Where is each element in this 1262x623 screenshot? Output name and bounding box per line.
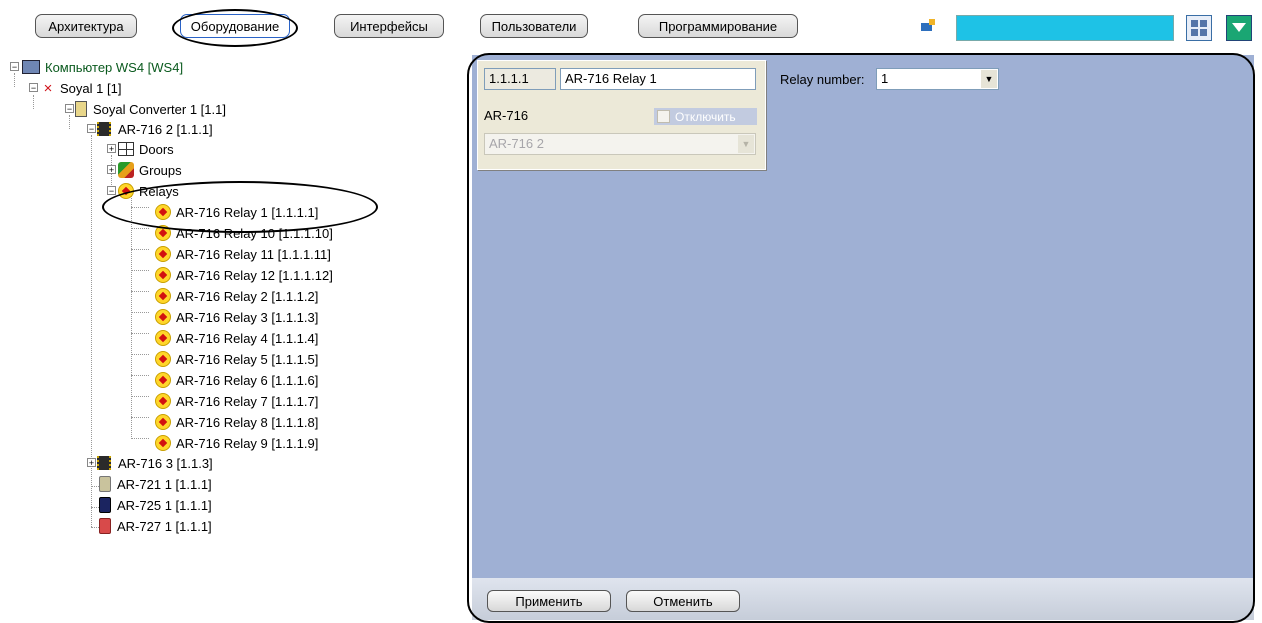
tree-item-relays[interactable]: Relays [118, 181, 181, 201]
chevron-down-icon: ▼ [981, 70, 997, 88]
relay-icon [155, 309, 171, 325]
parent-device-value: AR-716 2 [489, 136, 544, 151]
tree-item-relay[interactable]: AR-716 Relay 11 [1.1.1.11] [155, 244, 333, 264]
collapse-toggle[interactable]: − [65, 104, 74, 114]
relay-number-label: Relay number: [780, 72, 865, 87]
tree-item-reader[interactable]: AR-721 1 [1.1.1] [99, 474, 214, 494]
tab-equipment[interactable]: Оборудование [180, 14, 290, 38]
tree-item-relay[interactable]: AR-716 Relay 7 [1.1.1.7] [155, 391, 320, 411]
tree-item-computer[interactable]: Компьютер WS4 [WS4] [22, 57, 185, 77]
groups-icon [118, 162, 134, 178]
layout-grid-button[interactable] [1186, 15, 1212, 41]
controller-chip-icon [97, 456, 111, 470]
tree-item-relay[interactable]: AR-716 Relay 1 [1.1.1.1] [155, 202, 320, 222]
tree-item-relay[interactable]: AR-716 Relay 9 [1.1.1.9] [155, 433, 320, 453]
tree-item-reader[interactable]: AR-725 1 [1.1.1] [99, 495, 214, 515]
tree-item-groups[interactable]: Groups [118, 160, 184, 180]
collapse-toggle[interactable]: − [29, 83, 38, 93]
relay-icon [155, 267, 171, 283]
computer-icon [22, 60, 40, 74]
tab-programming[interactable]: Программирование [638, 14, 798, 38]
chevron-down-icon: ▼ [738, 135, 754, 153]
tree-item-relay[interactable]: AR-716 Relay 4 [1.1.1.4] [155, 328, 320, 348]
tree-item-soyal[interactable]: × Soyal 1 [1] [42, 78, 123, 98]
expand-toggle[interactable]: + [107, 165, 116, 175]
reader-icon [99, 497, 111, 513]
relay-icon [155, 246, 171, 262]
top-toolbar: Архитектура Оборудование Интерфейсы Поль… [0, 0, 1262, 50]
relay-icon [155, 204, 171, 220]
tab-interfaces[interactable]: Интерфейсы [334, 14, 444, 38]
tree-item-relay[interactable]: AR-716 Relay 12 [1.1.1.12] [155, 265, 335, 285]
relay-icon [155, 372, 171, 388]
tree-item-relay[interactable]: AR-716 Relay 2 [1.1.1.2] [155, 286, 320, 306]
relay-icon [118, 183, 134, 199]
grid-icon [1191, 20, 1207, 36]
disconnected-x-icon: × [43, 79, 53, 97]
tree-item-controller[interactable]: AR-716 3 [1.1.3] [95, 453, 215, 473]
reader-icon [99, 518, 111, 534]
disable-label: Отключить [675, 109, 736, 124]
relay-icon [155, 330, 171, 346]
converter-icon [75, 101, 87, 117]
chevron-down-icon [1232, 23, 1246, 32]
object-name-field[interactable]: AR-716 Relay 1 [560, 68, 756, 90]
relay-icon [155, 435, 171, 451]
relay-icon [155, 288, 171, 304]
tree-item-relay[interactable]: AR-716 Relay 3 [1.1.1.3] [155, 307, 320, 327]
expand-toggle[interactable]: + [107, 144, 116, 154]
object-type-label: AR-716 [484, 108, 529, 123]
parent-device-select[interactable]: AR-716 2 ▼ [484, 133, 756, 155]
cancel-button[interactable]: Отменить [626, 590, 740, 612]
tree-item-controller[interactable]: AR-716 2 [1.1.1] [95, 119, 215, 139]
tree-item-relay[interactable]: AR-716 Relay 6 [1.1.1.6] [155, 370, 320, 390]
doors-icon [118, 142, 134, 156]
tree-item-relay[interactable]: AR-716 Relay 8 [1.1.1.8] [155, 412, 320, 432]
tree-item-converter[interactable]: Soyal Converter 1 [1.1] [75, 99, 228, 119]
relay-icon [155, 351, 171, 367]
tree-item-relay[interactable]: AR-716 Relay 5 [1.1.1.5] [155, 349, 320, 369]
tree-item-label: Компьютер WS4 [WS4] [45, 59, 184, 75]
reader-icon [99, 476, 111, 492]
tree-item-reader[interactable]: AR-727 1 [1.1.1] [99, 516, 214, 536]
relay-number-value: 1 [881, 71, 889, 86]
relay-icon [155, 225, 171, 241]
controller-chip-icon [97, 122, 111, 136]
search-input[interactable] [956, 15, 1174, 41]
workstation-icon[interactable] [920, 18, 936, 34]
hardware-tree: − − − − + + − + Компьютер WS4 [WS4] × So… [5, 55, 467, 620]
tree-item-relay[interactable]: AR-716 Relay 10 [1.1.1.10] [155, 223, 335, 243]
collapse-toggle[interactable]: − [10, 62, 19, 72]
tab-users[interactable]: Пользователи [480, 14, 588, 38]
tab-architecture[interactable]: Архитектура [35, 14, 137, 38]
relay-number-select[interactable]: 1 ▼ [876, 68, 999, 90]
apply-button[interactable]: Применить [487, 590, 611, 612]
disable-checkbox[interactable]: Отключить [654, 108, 757, 125]
checkbox-icon [657, 110, 670, 123]
tree-item-doors[interactable]: Doors [118, 139, 176, 159]
relay-icon [155, 393, 171, 409]
relay-icon [155, 414, 171, 430]
collapse-toggle[interactable]: − [107, 186, 116, 196]
dropdown-arrow-button[interactable] [1226, 15, 1252, 41]
object-id-field[interactable]: 1.1.1.1 [484, 68, 556, 90]
